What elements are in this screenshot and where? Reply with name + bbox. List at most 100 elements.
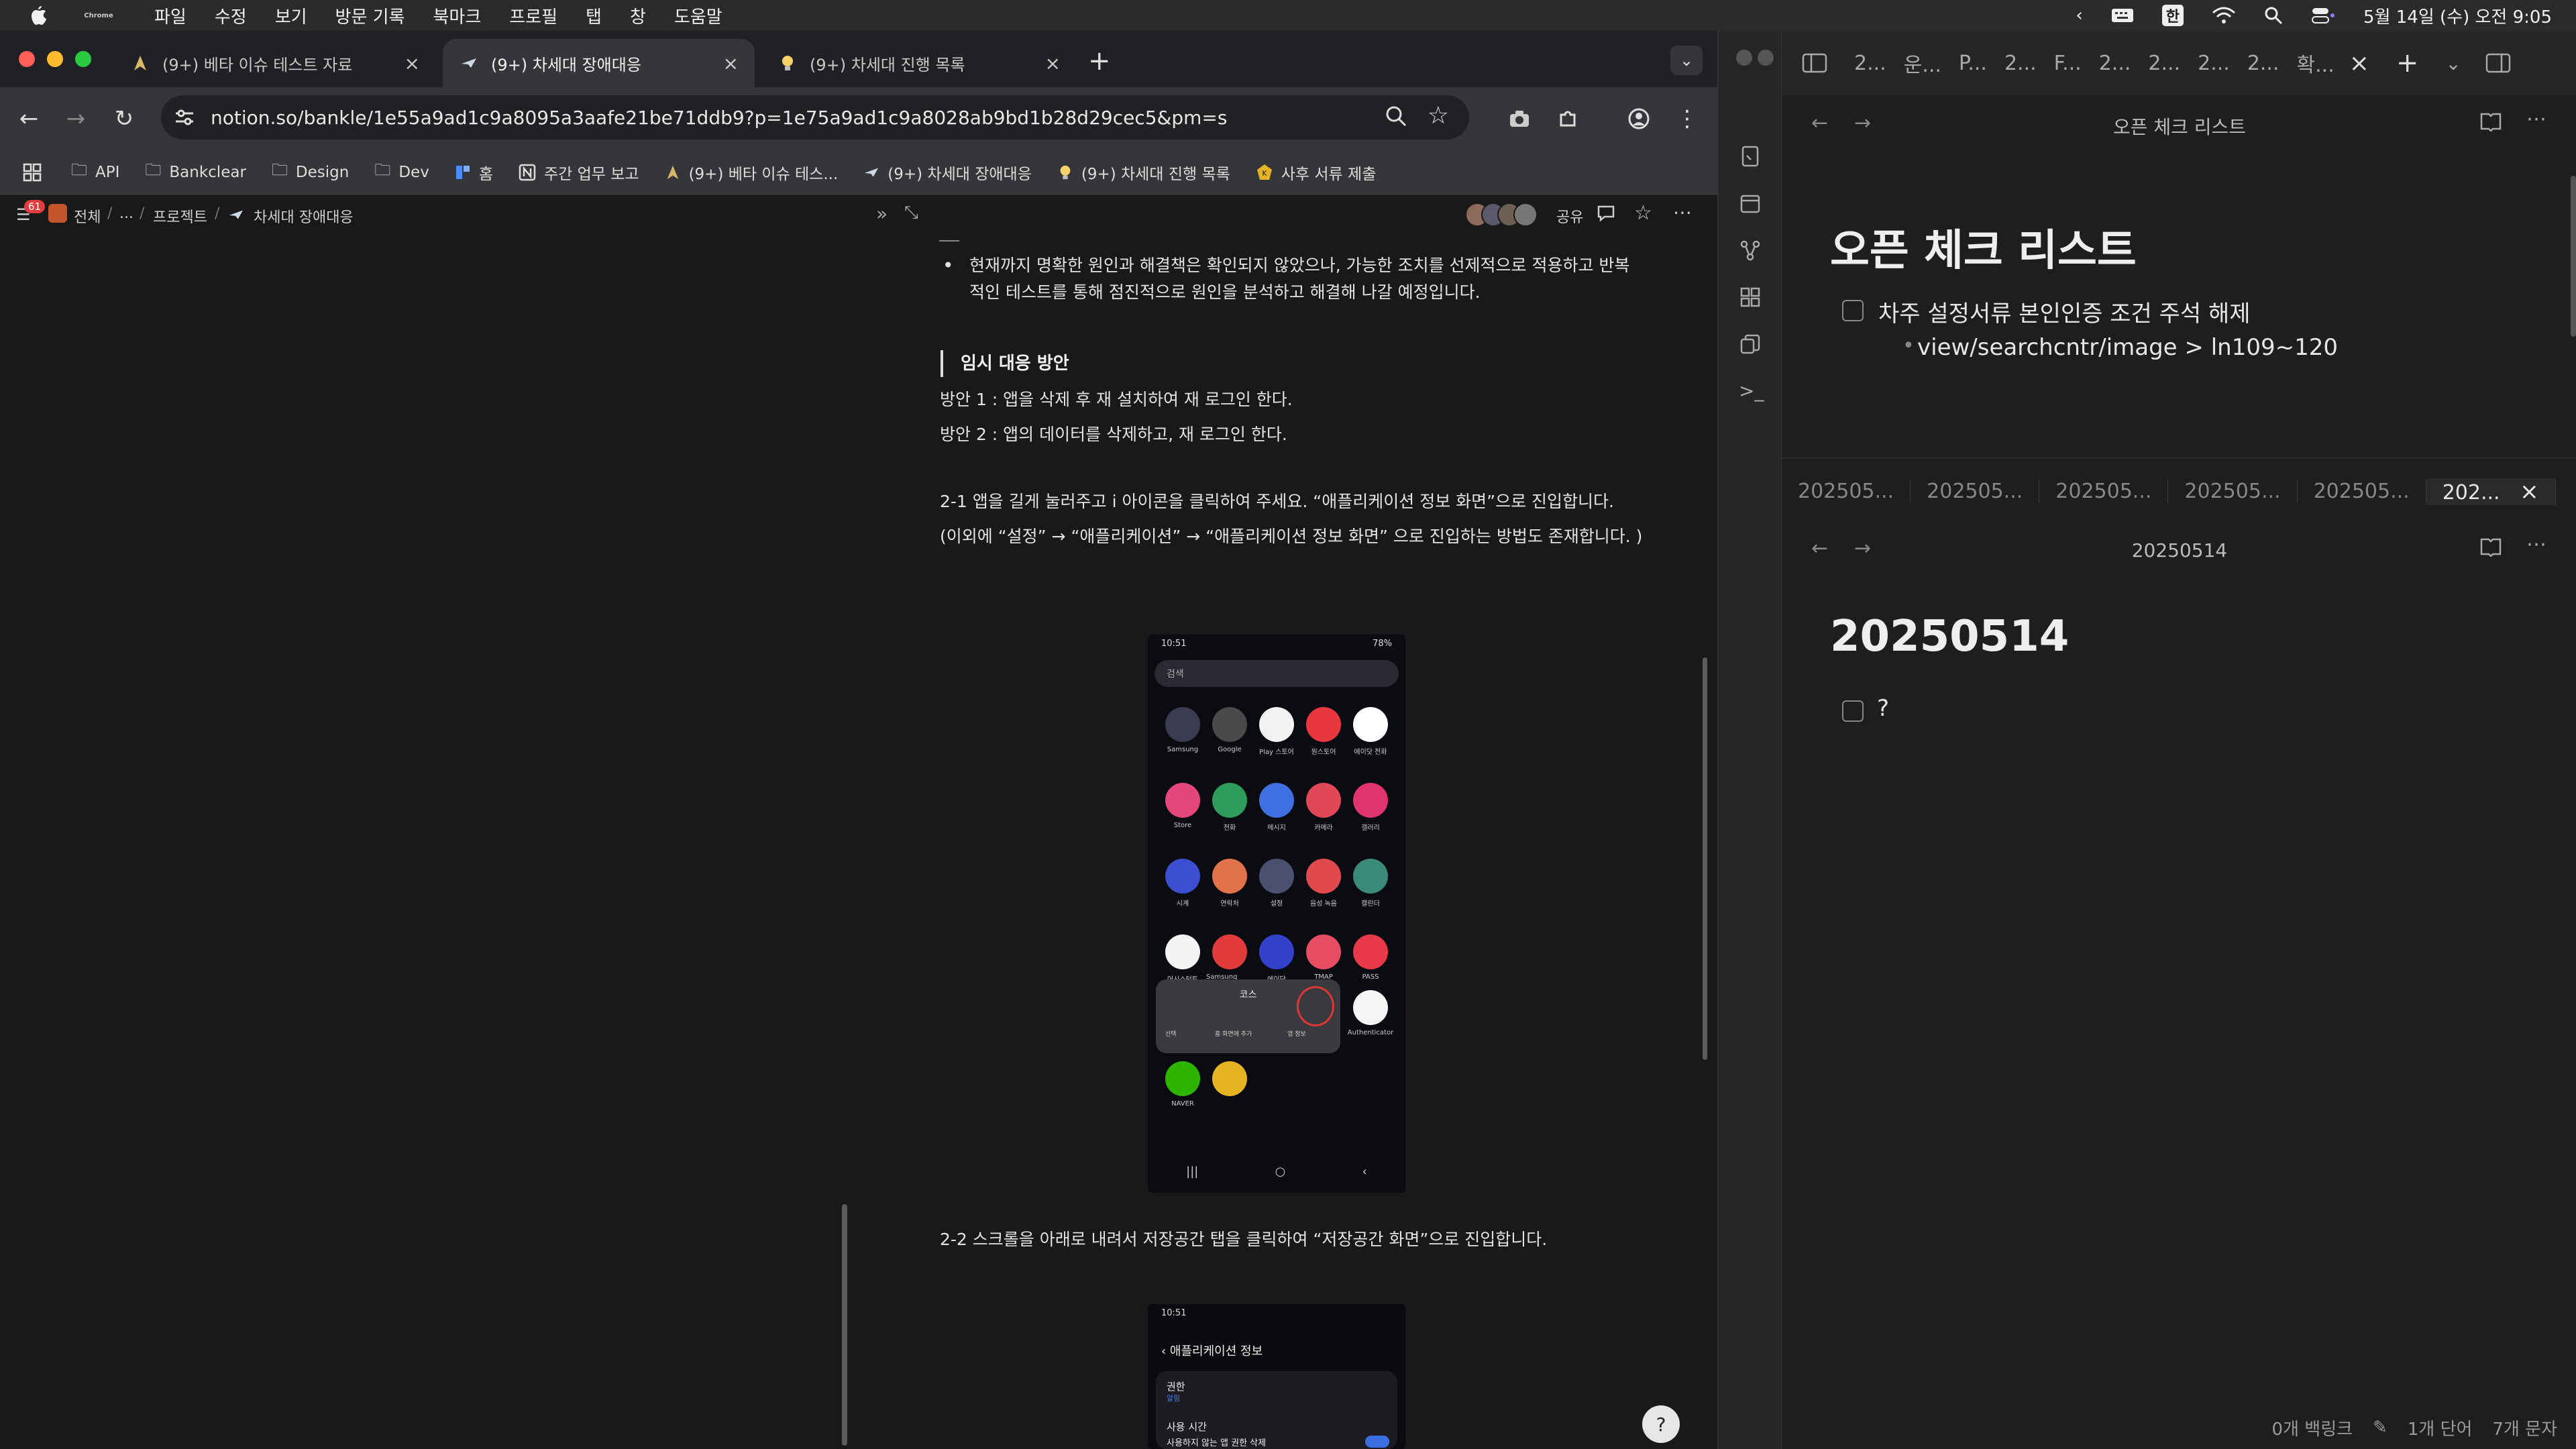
- open-file-icon[interactable]: [1739, 145, 1762, 168]
- content-scrollbar[interactable]: [1703, 657, 1707, 1060]
- menu-tab[interactable]: 탭: [586, 3, 602, 28]
- sidebar-toggle-icon[interactable]: [1802, 53, 1827, 73]
- edit-pencil-icon[interactable]: ✎: [2373, 1417, 2387, 1438]
- reading-mode-icon[interactable]: [2479, 537, 2502, 557]
- bookmark-home[interactable]: 홈: [455, 161, 493, 184]
- comment-icon[interactable]: [1597, 204, 1615, 223]
- step-2-2-text[interactable]: 2-2 스크롤을 아래로 내려서 저장공간 탭을 클릭하여 “저장공간 화면”으…: [940, 1226, 1547, 1253]
- close-icon[interactable]: ×: [2349, 50, 2369, 77]
- menu-bookmarks[interactable]: 북마크: [433, 3, 481, 28]
- vertical-scrollbar[interactable]: [842, 1204, 847, 1446]
- plan-2-text[interactable]: 방안 2 : 앱의 데이터를 삭제하고, 재 로그인 한다.: [940, 421, 1287, 448]
- note-title[interactable]: 20250514: [1830, 612, 2069, 661]
- daily-note-tab[interactable]: 202505...: [1782, 480, 1911, 503]
- terminal-icon[interactable]: >_: [1739, 380, 1764, 402]
- note-tab[interactable]: 운...: [1904, 48, 1941, 78]
- menu-view[interactable]: 보기: [275, 3, 307, 28]
- bookmark-progress-list[interactable]: (9+) 차세대 진행 목록: [1057, 161, 1230, 184]
- bookmark-dev[interactable]: 🗀 Dev: [374, 158, 429, 186]
- daily-note-tab[interactable]: 202505...: [1911, 480, 2040, 503]
- blocks-icon[interactable]: [1739, 286, 1762, 309]
- site-info-icon[interactable]: [173, 106, 196, 129]
- more-menu-icon[interactable]: ⋮: [1670, 102, 1704, 136]
- url-text[interactable]: notion.so/bankle/1e55a9ad1c9a8095a3aafe2…: [211, 107, 1227, 129]
- profile-icon[interactable]: [1622, 102, 1656, 136]
- bookmark-design[interactable]: 🗀 Design: [272, 158, 349, 186]
- minimize-window-button[interactable]: [47, 51, 63, 67]
- input-source-indicator[interactable]: 한: [2161, 5, 2184, 26]
- keyboard-icon[interactable]: [2111, 7, 2134, 23]
- more-options-icon[interactable]: ⋯: [1673, 201, 1692, 223]
- back-arrow-icon[interactable]: ←: [12, 102, 46, 136]
- note-tab[interactable]: 2...: [2198, 52, 2230, 75]
- collaborator-avatars[interactable]: [1465, 203, 1538, 227]
- right-sidebar-toggle-icon[interactable]: [2485, 53, 2511, 73]
- note-tab[interactable]: P...: [1959, 52, 1987, 75]
- daily-note-tab[interactable]: 202505...: [2168, 480, 2298, 503]
- share-button[interactable]: 공유: [1556, 205, 1583, 227]
- sub-item-text[interactable]: view/searchcntr/image > ln109~120: [1917, 334, 2338, 361]
- note-tab[interactable]: 2...: [2247, 52, 2279, 75]
- close-window-button[interactable]: [19, 51, 35, 67]
- bookmark-api[interactable]: 🗀 API: [71, 158, 119, 186]
- extensions-icon[interactable]: [1551, 102, 1585, 136]
- close-icon[interactable]: ×: [723, 52, 739, 74]
- note-tab[interactable]: 2...: [2004, 52, 2037, 75]
- camera-icon[interactable]: [1503, 102, 1536, 136]
- task-checkbox[interactable]: [1842, 300, 1864, 321]
- backlinks-count[interactable]: 0개 백링크: [2272, 1415, 2353, 1440]
- menu-window[interactable]: 창: [630, 3, 646, 28]
- minimize-window-button[interactable]: [1758, 50, 1774, 66]
- reload-icon[interactable]: ↻: [107, 102, 141, 136]
- daily-note-tab[interactable]: 202505...: [2298, 480, 2426, 503]
- zoom-window-button[interactable]: [75, 51, 91, 67]
- zoom-icon[interactable]: [1385, 105, 1407, 127]
- note-title[interactable]: 오픈 체크 리스트: [1830, 216, 2137, 278]
- task-text[interactable]: 차주 설정서류 본인인증 조건 주석 해제: [1878, 295, 2251, 328]
- browser-tab-active[interactable]: (9+) 차세대 장애대응 ×: [443, 39, 755, 87]
- apps-grid-icon[interactable]: [23, 163, 42, 182]
- menu-edit[interactable]: 수정: [215, 3, 247, 28]
- close-icon[interactable]: ×: [405, 52, 420, 74]
- breadcrumb-item[interactable]: ...: [119, 205, 133, 222]
- ai-assistant-button[interactable]: ?: [1642, 1405, 1680, 1443]
- note-tab-active[interactable]: 확...: [2297, 48, 2334, 78]
- menu-file[interactable]: 파일: [154, 3, 186, 28]
- menu-profile[interactable]: 프로필: [509, 3, 557, 28]
- search-icon[interactable]: [2264, 6, 2283, 25]
- collapse-peek-icon[interactable]: »: [876, 203, 888, 225]
- section-heading[interactable]: 임시 대응 방안: [941, 350, 1069, 377]
- phone-screenshot-home[interactable]: 10:51 78% 검색 Samsung Google Play 스토어 원스토…: [1148, 635, 1405, 1193]
- bookmark-bankclear[interactable]: 🗀 Bankclear: [145, 158, 246, 186]
- reading-mode-icon[interactable]: [2479, 111, 2502, 131]
- calendar-icon[interactable]: [1739, 192, 1762, 215]
- task-checkbox[interactable]: [1842, 700, 1864, 722]
- new-tab-button[interactable]: +: [2396, 48, 2419, 78]
- more-options-icon[interactable]: ⋯: [2526, 107, 2546, 131]
- copy-icon[interactable]: [1739, 333, 1762, 356]
- bookmark-weekly-report[interactable]: 주간 업무 보고: [519, 161, 639, 184]
- bookmark-post-docs[interactable]: K 사후 서류 제출: [1256, 161, 1376, 184]
- note-tab[interactable]: F...: [2054, 52, 2082, 75]
- menu-app-name[interactable]: Chrome: [75, 12, 122, 19]
- menu-history[interactable]: 방문 기록: [335, 3, 405, 28]
- bullet-text[interactable]: 현재까지 명확한 원인과 해결책은 확인되지 않았으나, 가능한 조치를 선제적…: [969, 252, 1640, 306]
- note-tab[interactable]: 2...: [2148, 52, 2180, 75]
- breadcrumb-item[interactable]: 차세대 장애대응: [254, 205, 354, 227]
- control-center-icon[interactable]: [2311, 6, 2335, 25]
- clock-datetime[interactable]: 5월 14일 (수) 오전 9:05: [2363, 3, 2552, 28]
- bookmark-beta-issue[interactable]: (9+) 베타 이슈 테스...: [665, 161, 838, 184]
- close-window-button[interactable]: [1736, 50, 1752, 66]
- chevron-down-icon[interactable]: ⌄: [2445, 52, 2461, 74]
- address-bar[interactable]: notion.so/bankle/1e55a9ad1c9a8095a3aafe2…: [161, 95, 1469, 140]
- daily-note-tab-active[interactable]: 202... ×: [2426, 478, 2556, 505]
- plan-1-text[interactable]: 방안 1 : 앱을 삭제 후 재 설치하여 재 로그인 한다.: [940, 386, 1293, 413]
- step-2-1-note[interactable]: (이외에 “설정” → “애플리케이션” → “애플리케이션 정보 화면” 으로…: [940, 523, 1642, 550]
- menu-help[interactable]: 도움말: [674, 3, 722, 28]
- daily-note-tab[interactable]: 202505...: [2039, 480, 2169, 503]
- favorite-star-icon[interactable]: ☆: [1634, 201, 1652, 225]
- close-icon[interactable]: ×: [1045, 52, 1061, 74]
- phone-screenshot-app-info[interactable]: 10:51 ‹ 애플리케이션 정보 권한 알림 사용 시간 사용하지 않는 앱 …: [1148, 1304, 1405, 1449]
- note-tab[interactable]: 2...: [1854, 52, 1886, 75]
- forward-arrow-icon[interactable]: →: [59, 102, 93, 136]
